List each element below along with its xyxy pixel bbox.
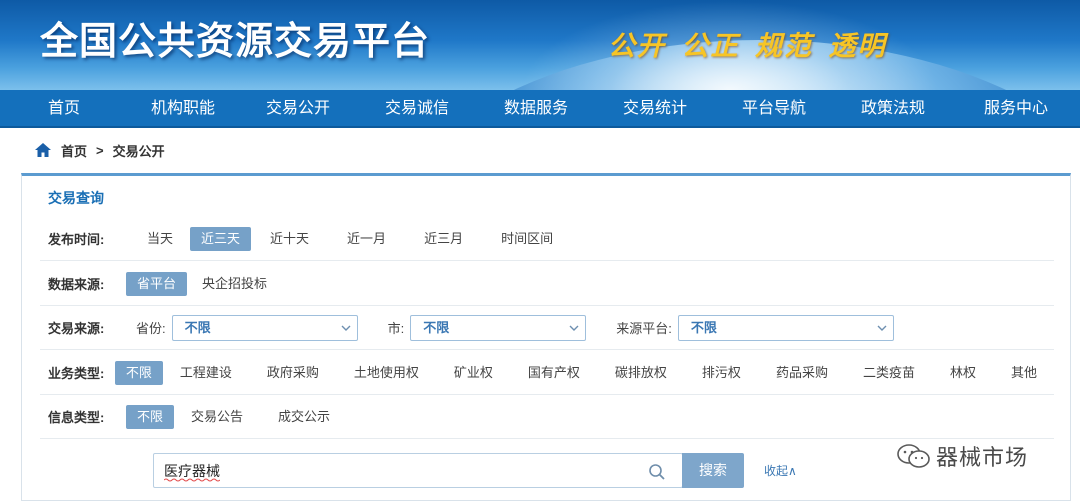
publish-time-row: 发布时间: 当天 近三天 近十天 近一月 近三月 时间区间 bbox=[40, 217, 1054, 261]
watermark: 器械市场 bbox=[896, 440, 1028, 472]
site-title: 全国公共资源交易平台 bbox=[40, 21, 431, 63]
province-label: 省份: bbox=[136, 321, 166, 336]
business-type-row: 业务类型: 不限 工程建设 政府采购 土地使用权 矿业权 国有产权 碳排放权 排… bbox=[40, 351, 1054, 395]
city-select[interactable]: 不限 bbox=[410, 314, 587, 341]
city-label: 市: bbox=[387, 321, 405, 336]
nav-item-home[interactable]: 首页 bbox=[0, 90, 128, 128]
publish-time-option[interactable]: 近十天 bbox=[259, 227, 320, 251]
breadcrumb: 首页 > 交易公开 bbox=[0, 128, 1080, 172]
nav-item-trade-public[interactable]: 交易公开 bbox=[238, 90, 358, 128]
business-type-option[interactable]: 政府采购 bbox=[256, 361, 330, 385]
data-source-option-selected[interactable]: 省平台 bbox=[126, 271, 188, 296]
panel-title: 交易查询 bbox=[48, 190, 104, 206]
info-type-option-selected[interactable]: 不限 bbox=[126, 404, 175, 429]
business-type-option[interactable]: 工程建设 bbox=[169, 361, 243, 385]
business-type-option[interactable]: 药品采购 bbox=[765, 361, 839, 385]
publish-time-option[interactable]: 时间区间 bbox=[490, 227, 564, 251]
business-type-label: 业务类型: bbox=[48, 366, 105, 381]
collapse-link[interactable]: 收起∧ bbox=[764, 462, 797, 479]
info-type-option[interactable]: 成交公示 bbox=[267, 405, 341, 429]
source-platform-label: 来源平台: bbox=[616, 321, 672, 336]
nav-item-data-service[interactable]: 数据服务 bbox=[476, 90, 596, 128]
nav-item-functions[interactable]: 机构职能 bbox=[128, 90, 238, 128]
search-icon[interactable] bbox=[648, 463, 666, 481]
publish-time-option[interactable]: 近三月 bbox=[413, 227, 474, 251]
nav-item-trade-credit[interactable]: 交易诚信 bbox=[358, 90, 476, 128]
chevron-down-icon bbox=[877, 316, 887, 340]
info-type-row: 信息类型: 不限 交易公告 成交公示 bbox=[40, 395, 1054, 439]
publish-time-option-selected[interactable]: 近三天 bbox=[190, 226, 252, 251]
home-icon[interactable] bbox=[34, 142, 52, 158]
data-source-option[interactable]: 央企招投标 bbox=[191, 272, 278, 296]
breadcrumb-separator: > bbox=[96, 142, 104, 158]
business-type-option[interactable]: 土地使用权 bbox=[343, 361, 430, 385]
business-type-option[interactable]: 排污权 bbox=[691, 361, 752, 385]
data-source-row: 数据来源: 省平台 央企招投标 bbox=[40, 262, 1054, 306]
city-value: 不限 bbox=[423, 319, 450, 335]
business-type-option[interactable]: 二类疫苗 bbox=[852, 361, 926, 385]
search-button[interactable]: 搜索 bbox=[682, 453, 744, 488]
chevron-down-icon bbox=[569, 316, 579, 340]
business-type-option[interactable]: 碳排放权 bbox=[604, 361, 678, 385]
info-type-label: 信息类型: bbox=[48, 410, 105, 425]
province-value: 不限 bbox=[184, 319, 211, 335]
source-platform-select[interactable]: 不限 bbox=[677, 314, 894, 341]
nav-item-trade-stats[interactable]: 交易统计 bbox=[596, 90, 714, 128]
data-source-label: 数据来源: bbox=[48, 277, 105, 292]
breadcrumb-current: 交易公开 bbox=[112, 143, 165, 159]
trade-source-label: 交易来源: bbox=[48, 321, 105, 336]
business-type-option[interactable]: 其他 bbox=[1000, 361, 1048, 385]
search-input[interactable] bbox=[154, 454, 624, 487]
trade-source-row: 交易来源: 省份: 不限 市: 不限 来源平台: 不限 bbox=[40, 306, 1054, 350]
province-select[interactable]: 不限 bbox=[171, 314, 358, 341]
spellcheck-underline bbox=[164, 478, 220, 482]
business-type-option[interactable]: 矿业权 bbox=[443, 361, 504, 385]
watermark-text: 器械市场 bbox=[936, 445, 1029, 470]
business-type-option[interactable]: 国有产权 bbox=[517, 361, 591, 385]
nav-item-platform-nav[interactable]: 平台导航 bbox=[714, 90, 834, 128]
info-type-option[interactable]: 交易公告 bbox=[180, 405, 254, 429]
main-nav: 首页 机构职能 交易公开 交易诚信 数据服务 交易统计 平台导航 政策法规 服务… bbox=[0, 90, 1080, 128]
nav-item-service-center[interactable]: 服务中心 bbox=[952, 90, 1080, 128]
header-banner: 全国公共资源交易平台 公开 公正 规范 透明 bbox=[0, 0, 1080, 90]
search-box bbox=[153, 453, 683, 488]
business-type-option[interactable]: 林权 bbox=[939, 361, 987, 385]
source-platform-value: 不限 bbox=[690, 319, 717, 335]
publish-time-option[interactable]: 当天 bbox=[136, 227, 184, 251]
publish-time-option[interactable]: 近一月 bbox=[336, 227, 397, 251]
breadcrumb-home[interactable]: 首页 bbox=[61, 141, 87, 160]
chevron-down-icon bbox=[341, 316, 351, 340]
site-slogan: 公开 公正 规范 透明 bbox=[608, 31, 887, 61]
publish-time-label: 发布时间: bbox=[48, 232, 105, 247]
nav-item-policy[interactable]: 政策法规 bbox=[834, 90, 952, 128]
wechat-icon bbox=[896, 442, 932, 470]
business-type-option-selected[interactable]: 不限 bbox=[114, 360, 163, 385]
